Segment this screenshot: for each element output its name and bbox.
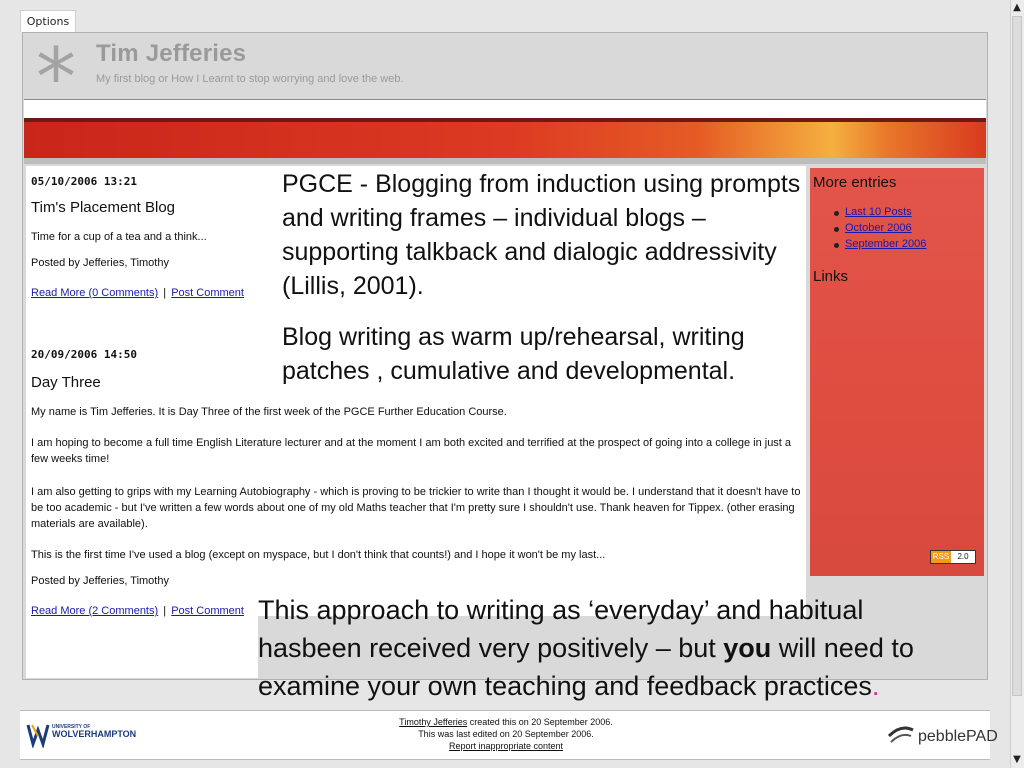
- university-line2: WOLVERHAMPTON: [52, 729, 137, 739]
- overlay-accent-dot: .: [871, 671, 880, 701]
- report-link[interactable]: Report inappropriate content: [388, 740, 624, 752]
- header-divider: [24, 99, 986, 118]
- post-paragraph: This is the first time I've used a blog …: [31, 549, 606, 561]
- rss-label: RSS: [931, 551, 951, 563]
- asterisk-logo-icon: *: [36, 31, 76, 124]
- sidebar-link-last-10-posts[interactable]: Last 10 Posts: [845, 206, 912, 218]
- bullet-icon: [834, 243, 839, 248]
- post-title: Day Three: [31, 374, 101, 391]
- bullet-icon: [834, 211, 839, 216]
- blog-title: Tim Jefferies: [96, 40, 247, 67]
- rss-version: 2.0: [951, 551, 975, 563]
- overlay-emphasis-you: you: [723, 633, 772, 663]
- post-comment-link[interactable]: Post Comment: [171, 287, 244, 299]
- options-tab[interactable]: Options: [20, 10, 76, 32]
- edited-text: This was last edited on 20 September 200…: [418, 729, 594, 739]
- post-comment-link[interactable]: Post Comment: [171, 605, 244, 617]
- scroll-down-arrow-icon[interactable]: ▼: [1010, 752, 1024, 768]
- university-name: UNIVERSITY OF WOLVERHAMPTON: [52, 724, 136, 739]
- post-paragraph: My name is Tim Jefferies. It is Day Thre…: [31, 406, 507, 418]
- post-date: 05/10/2006 13:21: [31, 175, 137, 188]
- bullet-icon: [834, 227, 839, 232]
- sidebar-link-october-2006[interactable]: October 2006: [845, 222, 912, 234]
- more-entries-heading: More entries: [813, 174, 897, 191]
- pebblepad-logo-icon: [887, 726, 914, 743]
- post-title: Tim's Placement Blog: [31, 199, 176, 216]
- read-more-link[interactable]: Read More (2 Comments): [31, 605, 158, 617]
- post-paragraph: I am hoping to become a full time Englis…: [31, 437, 792, 465]
- rss-feed-button[interactable]: RSS 2.0: [930, 550, 976, 564]
- post-body: Time for a cup of a tea and a think...: [31, 231, 207, 243]
- overlay-text-warmup: Blog writing as warm up/rehearsal, writi…: [282, 323, 745, 385]
- link-separator: |: [163, 287, 167, 299]
- links-heading: Links: [813, 268, 849, 285]
- post-author: Posted by Jefferies, Timothy: [31, 575, 169, 587]
- sidebar-link-september-2006[interactable]: September 2006: [845, 238, 926, 250]
- pebblepad-brand: pebblePAD: [918, 728, 998, 745]
- overlay-text-approach: This approach to writing as ‘everyday’ a…: [258, 591, 968, 705]
- banner-divider: [24, 158, 986, 164]
- read-more-link[interactable]: Read More (0 Comments): [31, 287, 158, 299]
- post-paragraph: I am also getting to grips with my Learn…: [31, 486, 801, 530]
- author-link[interactable]: Timothy Jefferies: [399, 717, 467, 727]
- header-banner: [24, 118, 986, 158]
- overlay-text-pgce: PGCE - Blogging from induction using pro…: [282, 170, 801, 300]
- link-separator: |: [163, 605, 167, 617]
- created-text: created this on 20 September 2006.: [467, 717, 613, 727]
- scrollbar-thumb[interactable]: [1012, 16, 1022, 696]
- footer-info: Timothy Jefferies created this on 20 Sep…: [388, 716, 624, 752]
- scroll-up-arrow-icon[interactable]: ▲: [1010, 0, 1024, 16]
- blog-tagline: My first blog or How I Learnt to stop wo…: [96, 73, 404, 85]
- post-author: Posted by Jefferies, Timothy: [31, 257, 169, 269]
- posts-area-lower: [26, 616, 258, 678]
- university-logo-icon: [26, 722, 50, 748]
- post-date: 20/09/2006 14:50: [31, 348, 137, 361]
